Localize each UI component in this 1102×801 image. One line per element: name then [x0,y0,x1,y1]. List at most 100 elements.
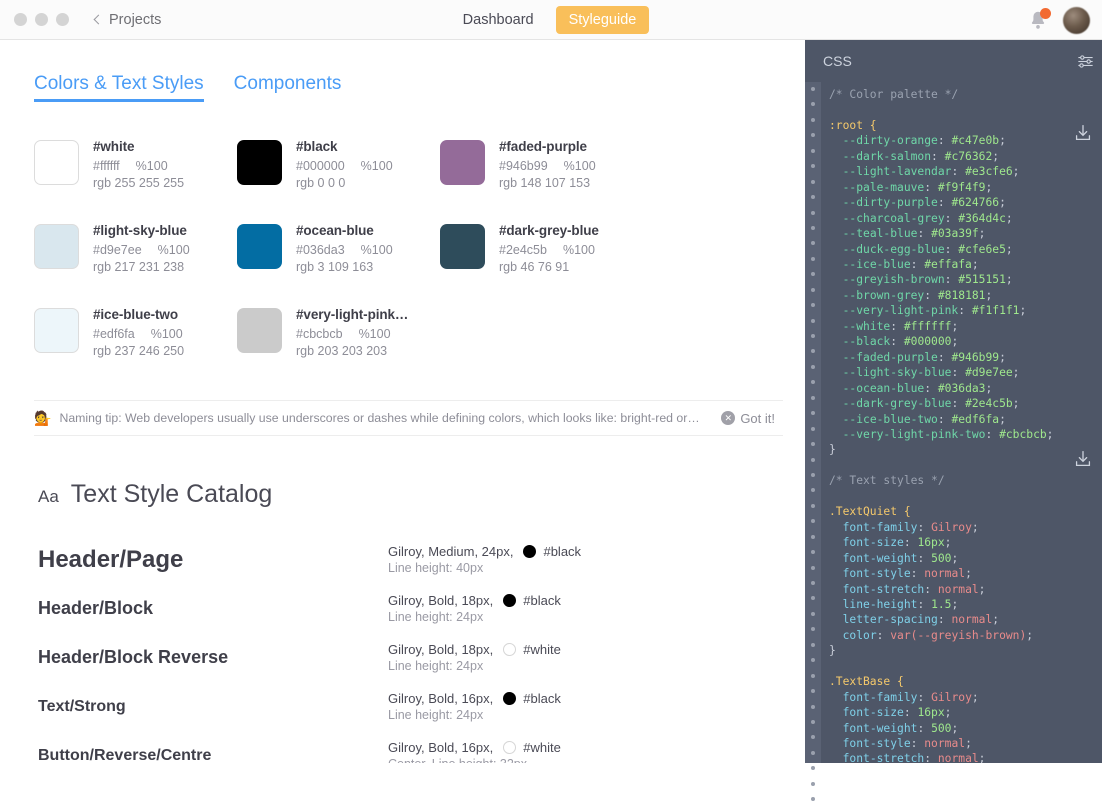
text-style-color-dot [523,545,537,558]
code-line-marker [811,256,815,261]
code-line-marker [811,195,815,200]
code-line-marker [811,133,815,138]
text-style-font-spec: Gilroy, Bold, 18px, [388,593,494,608]
code-line-marker [811,797,815,801]
text-style-spec-primary: Gilroy, Medium, 24px, #black [388,544,805,559]
color-hex: #2e4c5b [499,243,547,257]
color-swatch-item[interactable]: #white #ffffff %100 rgb 255 255 255 [34,138,237,222]
color-meta: #dark-grey-blue #2e4c5b %100 rgb 46 76 91 [499,222,599,306]
code-line-marker [811,117,815,122]
color-swatch-item[interactable]: #light-sky-blue #d9e7ee %100 rgb 217 231 23… [34,222,237,306]
aa-icon: Aa [38,487,59,506]
color-meta: #ocean-blue #036da3 %100 rgb 3 109 163 [296,222,393,306]
text-style-row[interactable]: Header/Block Gilroy, Bold, 18px, #black Lin… [38,584,805,633]
notifications-button[interactable] [1027,8,1051,31]
color-chip[interactable] [237,140,282,185]
maximize-window-button[interactable] [56,13,69,26]
text-style-sample: Header/Block [38,598,154,618]
color-palette-grid: #515151%100rgb 81 81 81#818181%100rgb 12… [0,56,805,390]
download-palette-button[interactable] [1072,122,1094,144]
color-name: #black [296,139,338,154]
avatar[interactable] [1063,6,1090,34]
text-style-row[interactable]: Header/Block Reverse Gilroy, Bold, 18px, #… [38,633,805,682]
tab-colors-text-styles[interactable]: Colors & Text Styles [34,73,204,102]
text-style-color-name: #black [523,593,561,608]
code-line-marker [811,272,815,277]
code-line-marker [811,735,815,740]
color-opacity: %100 [563,159,596,173]
text-style-row[interactable]: Button/Reverse/Centre Gilroy, Bold, 16px,… [38,731,805,763]
color-meta: #black #000000 %100 rgb 0 0 0 [296,138,393,222]
color-opacity: %100 [157,243,190,257]
styleguide-scroll-area[interactable]: #515151%100rgb 81 81 81#818181%100rgb 12… [0,56,805,763]
code-line-marker [811,349,815,354]
code-line-marker [811,581,815,585]
code-line-marker [811,550,815,555]
top-nav: Dashboard Styleguide [0,0,1102,40]
download-textstyles-button[interactable] [1072,448,1094,470]
color-swatch-item[interactable]: #ice-blue-two #edf6fa %100 rgb 237 246 250 [34,306,237,390]
code-line-marker [811,87,815,91]
text-style-line-height: Line height: 24px [388,610,484,624]
color-swatch-item[interactable]: #very-light-pink… #cbcbcb %100 rgb 203 203 … [237,306,440,390]
nav-styleguide[interactable]: Styleguide [555,6,650,34]
color-swatch-item[interactable]: #faded-purple #946b99 %100 rgb 148 107 153 [440,138,643,222]
text-style-color-name: #black [543,544,582,559]
text-style-catalog-header: Aa Text Style Catalog [0,436,805,509]
text-style-color-dot [503,643,517,656]
css-settings-button[interactable] [1068,52,1102,71]
close-window-button[interactable] [14,13,27,26]
color-name: #ice-blue-two [93,307,178,322]
color-chip[interactable] [440,224,485,269]
color-chip[interactable] [34,140,79,185]
color-chip[interactable] [440,140,485,185]
main-content: Colors & Text Styles Components #515151%… [0,40,805,763]
code-line-marker [811,303,815,308]
color-opacity: %100 [360,243,393,257]
color-hex-row: #edf6fa %100 [93,327,184,341]
code-line-marker [811,627,815,632]
color-hex-row: #d9e7ee %100 [93,243,190,257]
download-icon [1075,125,1091,141]
nav-dashboard[interactable]: Dashboard [453,7,544,33]
color-chip[interactable] [34,224,79,269]
naming-tip-bar: 💁 Naming tip: Web developers usually use… [34,400,783,436]
chevron-left-icon [93,14,104,24]
color-swatch-item[interactable]: #dark-grey-blue #2e4c5b %100 rgb 46 76 91 [440,222,643,306]
css-panel-header: CSS [805,40,1102,82]
code-line-marker [811,781,815,786]
text-style-row[interactable]: Text/Strong Gilroy, Bold, 16px, #black Line… [38,682,805,731]
color-opacity: %100 [562,243,595,257]
minimize-window-button[interactable] [35,13,48,26]
color-name: #light-sky-blue [93,223,187,238]
text-style-row[interactable]: Header/Page Gilroy, Medium, 24px, #black Li… [38,535,805,584]
color-chip[interactable] [237,308,282,353]
text-style-spec-primary: Gilroy, Bold, 18px, #black [388,593,805,608]
code-line-marker [811,179,815,184]
tab-components[interactable]: Components [234,73,342,102]
css-code-block[interactable]: /* Color palette */ :root { --dirty-oran… [821,82,1102,763]
text-style-spec-primary: Gilroy, Bold, 16px, #white [388,740,805,755]
code-line-marker [811,766,815,771]
color-rgb: rgb 3 109 163 [296,260,374,274]
color-chip[interactable] [34,308,79,353]
code-line-marker [811,334,815,338]
dismiss-tip-button[interactable]: ✕ Got it! [721,411,775,426]
code-line-marker [811,596,815,601]
text-style-sample: Header/Page [38,545,184,573]
text-style-spec-primary: Gilroy, Bold, 18px, #white [388,642,805,657]
color-chip[interactable] [237,224,282,269]
back-to-projects-link[interactable]: Projects [93,12,161,28]
code-line-marker [811,611,815,616]
text-style-font-spec: Gilroy, Bold, 16px, [388,691,494,706]
color-opacity: %100 [358,327,391,341]
text-style-font-spec: Gilroy, Bold, 16px, [388,740,494,755]
window-controls[interactable] [14,13,69,26]
color-hex-row: #ffffff %100 [93,159,184,173]
text-style-font-spec: Gilroy, Medium, 24px, [388,544,514,559]
color-name: #ocean-blue [296,223,374,238]
code-line-marker [811,148,815,153]
text-style-sample: Button/Reverse/Centre [38,746,212,764]
color-swatch-item[interactable]: #ocean-blue #036da3 %100 rgb 3 109 163 [237,222,440,306]
color-swatch-item[interactable]: #black #000000 %100 rgb 0 0 0 [237,138,440,222]
